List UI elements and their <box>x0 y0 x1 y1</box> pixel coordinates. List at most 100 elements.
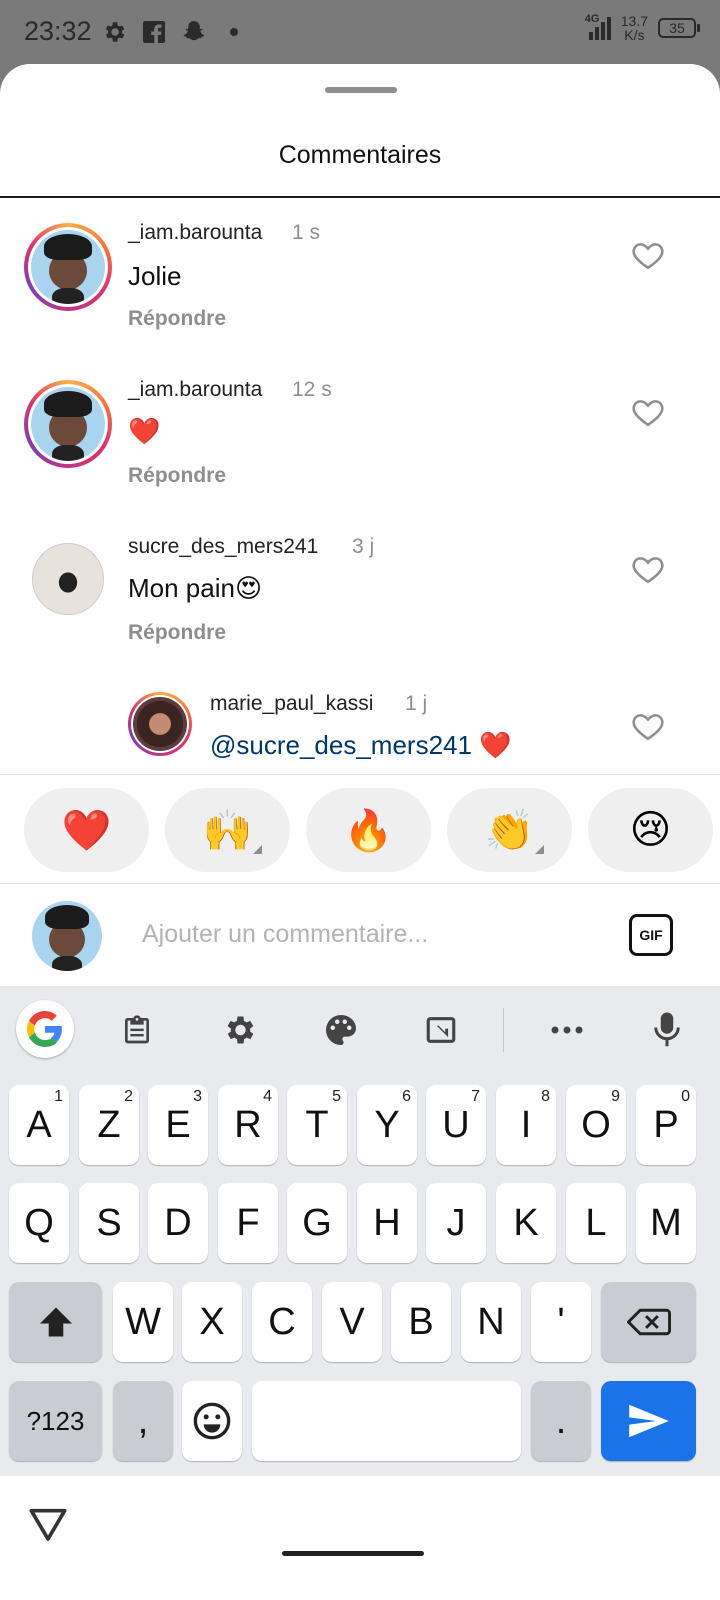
skin-tone-indicator <box>253 845 262 854</box>
comment-username[interactable]: _iam.barounta <box>128 221 262 245</box>
keyboard-toolbar <box>0 986 720 1074</box>
symbols-key[interactable]: ?123 <box>9 1381 102 1461</box>
key-l[interactable]: L <box>566 1183 626 1263</box>
key-k[interactable]: K <box>496 1183 556 1263</box>
status-system-icons: 4G 13.7 K/s 35 <box>585 13 700 43</box>
google-icon[interactable] <box>16 1000 74 1058</box>
key-w[interactable]: W <box>113 1282 173 1362</box>
drag-handle[interactable] <box>325 87 397 93</box>
avatar[interactable] <box>128 692 192 756</box>
sheet-title: Commentaires <box>278 141 442 169</box>
nav-back-triangle-icon[interactable] <box>28 1504 68 1544</box>
signal-icon: 4G <box>585 13 611 40</box>
comment-text: Jolie <box>128 261 182 291</box>
shift-arrow-icon <box>39 1307 72 1337</box>
comment-text: @sucre_des_mers241 ❤️ <box>210 730 512 760</box>
reaction-clap-button[interactable]: 👏 <box>447 788 572 872</box>
theme-palette-icon[interactable] <box>311 1000 371 1060</box>
key-y[interactable]: Y6 <box>357 1085 417 1165</box>
clipboard-icon[interactable] <box>107 1000 167 1060</box>
network-type: 4G <box>584 12 600 25</box>
comment-item: _iam.barounta 1 s Jolie Répondre <box>0 221 720 371</box>
resize-keyboard-icon[interactable] <box>411 1000 471 1060</box>
comment-time: 3 j <box>352 535 375 558</box>
reaction-crying-button[interactable]: 😢 <box>588 788 713 872</box>
key-e[interactable]: E3 <box>148 1085 208 1165</box>
snapchat-icon <box>180 18 208 46</box>
like-heart-icon[interactable] <box>631 238 665 272</box>
comment-item: _iam.barounta 12 s ❤️ Répondre <box>0 378 720 528</box>
shift-key[interactable] <box>9 1282 102 1362</box>
avatar[interactable] <box>24 380 112 468</box>
comment-text: ❤️ <box>128 416 161 446</box>
reply-button[interactable]: Répondre <box>128 307 226 331</box>
key-u[interactable]: U7 <box>426 1085 486 1165</box>
like-heart-icon[interactable] <box>631 709 665 743</box>
status-time: 23:32 <box>24 16 92 46</box>
backspace-key[interactable] <box>601 1282 696 1362</box>
key-r[interactable]: R4 <box>218 1085 278 1165</box>
comma-key[interactable]: , <box>113 1381 173 1461</box>
comment-text: Mon pain😍 <box>128 573 263 603</box>
key-q[interactable]: Q <box>9 1183 69 1263</box>
battery-icon: 35 <box>658 18 700 38</box>
smiley-icon <box>193 1402 231 1440</box>
key-c[interactable]: C <box>252 1282 312 1362</box>
key-z[interactable]: Z2 <box>79 1085 139 1165</box>
comment-item: sucre_des_mers241 3 j Mon pain😍 Répondre <box>0 535 720 685</box>
mention-link[interactable]: @sucre_des_mers241 <box>210 730 472 760</box>
comment-username[interactable]: marie_paul_kassi <box>210 692 373 716</box>
gif-button[interactable]: GIF <box>629 914 673 956</box>
key-o[interactable]: O9 <box>566 1085 626 1165</box>
period-key[interactable]: . <box>531 1381 591 1461</box>
reply-button[interactable]: Répondre <box>128 621 226 645</box>
key-x[interactable]: X <box>182 1282 242 1362</box>
network-speed: 13.7 K/s <box>620 13 648 43</box>
key-b[interactable]: B <box>391 1282 451 1362</box>
comment-username[interactable]: _iam.barounta <box>128 378 262 402</box>
emoji-key[interactable] <box>182 1381 242 1461</box>
reply-button[interactable]: Répondre <box>128 464 226 488</box>
dot-icon <box>220 18 248 46</box>
like-heart-icon[interactable] <box>631 395 665 429</box>
toolbar-separator <box>503 1008 504 1052</box>
microphone-icon[interactable] <box>637 1000 697 1060</box>
key-v[interactable]: V <box>322 1282 382 1362</box>
settings-gear-icon[interactable] <box>209 1000 269 1060</box>
space-bar[interactable] <box>252 1381 521 1461</box>
key-d[interactable]: D <box>148 1183 208 1263</box>
backspace-icon <box>626 1308 671 1336</box>
avatar <box>32 901 102 971</box>
key-g[interactable]: G <box>287 1183 347 1263</box>
key-p[interactable]: P0 <box>636 1085 696 1165</box>
key-t[interactable]: T5 <box>287 1085 347 1165</box>
comment-username[interactable]: sucre_des_mers241 <box>128 535 318 559</box>
send-key[interactable] <box>601 1381 696 1461</box>
avatar[interactable] <box>32 543 104 615</box>
comment-reply-item: marie_paul_kassi 1 j @sucre_des_mers241 … <box>0 692 720 774</box>
like-heart-icon[interactable] <box>631 552 665 586</box>
comment-input-row: Ajouter un commentaire... GIF <box>0 884 720 986</box>
key-s[interactable]: S <box>79 1183 139 1263</box>
key-j[interactable]: J <box>426 1183 486 1263</box>
key-n[interactable]: N <box>461 1282 521 1362</box>
comment-input[interactable]: Ajouter un commentaire... <box>142 920 428 949</box>
key-f[interactable]: F <box>218 1183 278 1263</box>
reaction-raised-hands-button[interactable]: 🙌 <box>165 788 290 872</box>
key-m[interactable]: M <box>636 1183 696 1263</box>
keyboard: A1 Z2 E3 R4 T5 Y6 U7 I8 O9 P0 Q S D F G … <box>0 986 720 1476</box>
comment-time: 12 s <box>292 378 332 401</box>
send-arrow-icon <box>628 1404 669 1438</box>
avatar[interactable] <box>24 223 112 311</box>
key-apostrophe[interactable]: ' <box>531 1282 591 1362</box>
reaction-fire-button[interactable]: 🔥 <box>306 788 431 872</box>
key-a[interactable]: A1 <box>9 1085 69 1165</box>
more-options-icon[interactable] <box>537 1000 597 1060</box>
header-divider <box>0 196 720 198</box>
status-bar: 23:32 4G 13.7 K/s 35 <box>0 0 720 64</box>
system-navigation-bar <box>0 1476 720 1600</box>
key-h[interactable]: H <box>357 1183 417 1263</box>
home-indicator[interactable] <box>282 1551 424 1556</box>
reaction-heart-button[interactable]: ❤️ <box>24 788 149 872</box>
key-i[interactable]: I8 <box>496 1085 556 1165</box>
